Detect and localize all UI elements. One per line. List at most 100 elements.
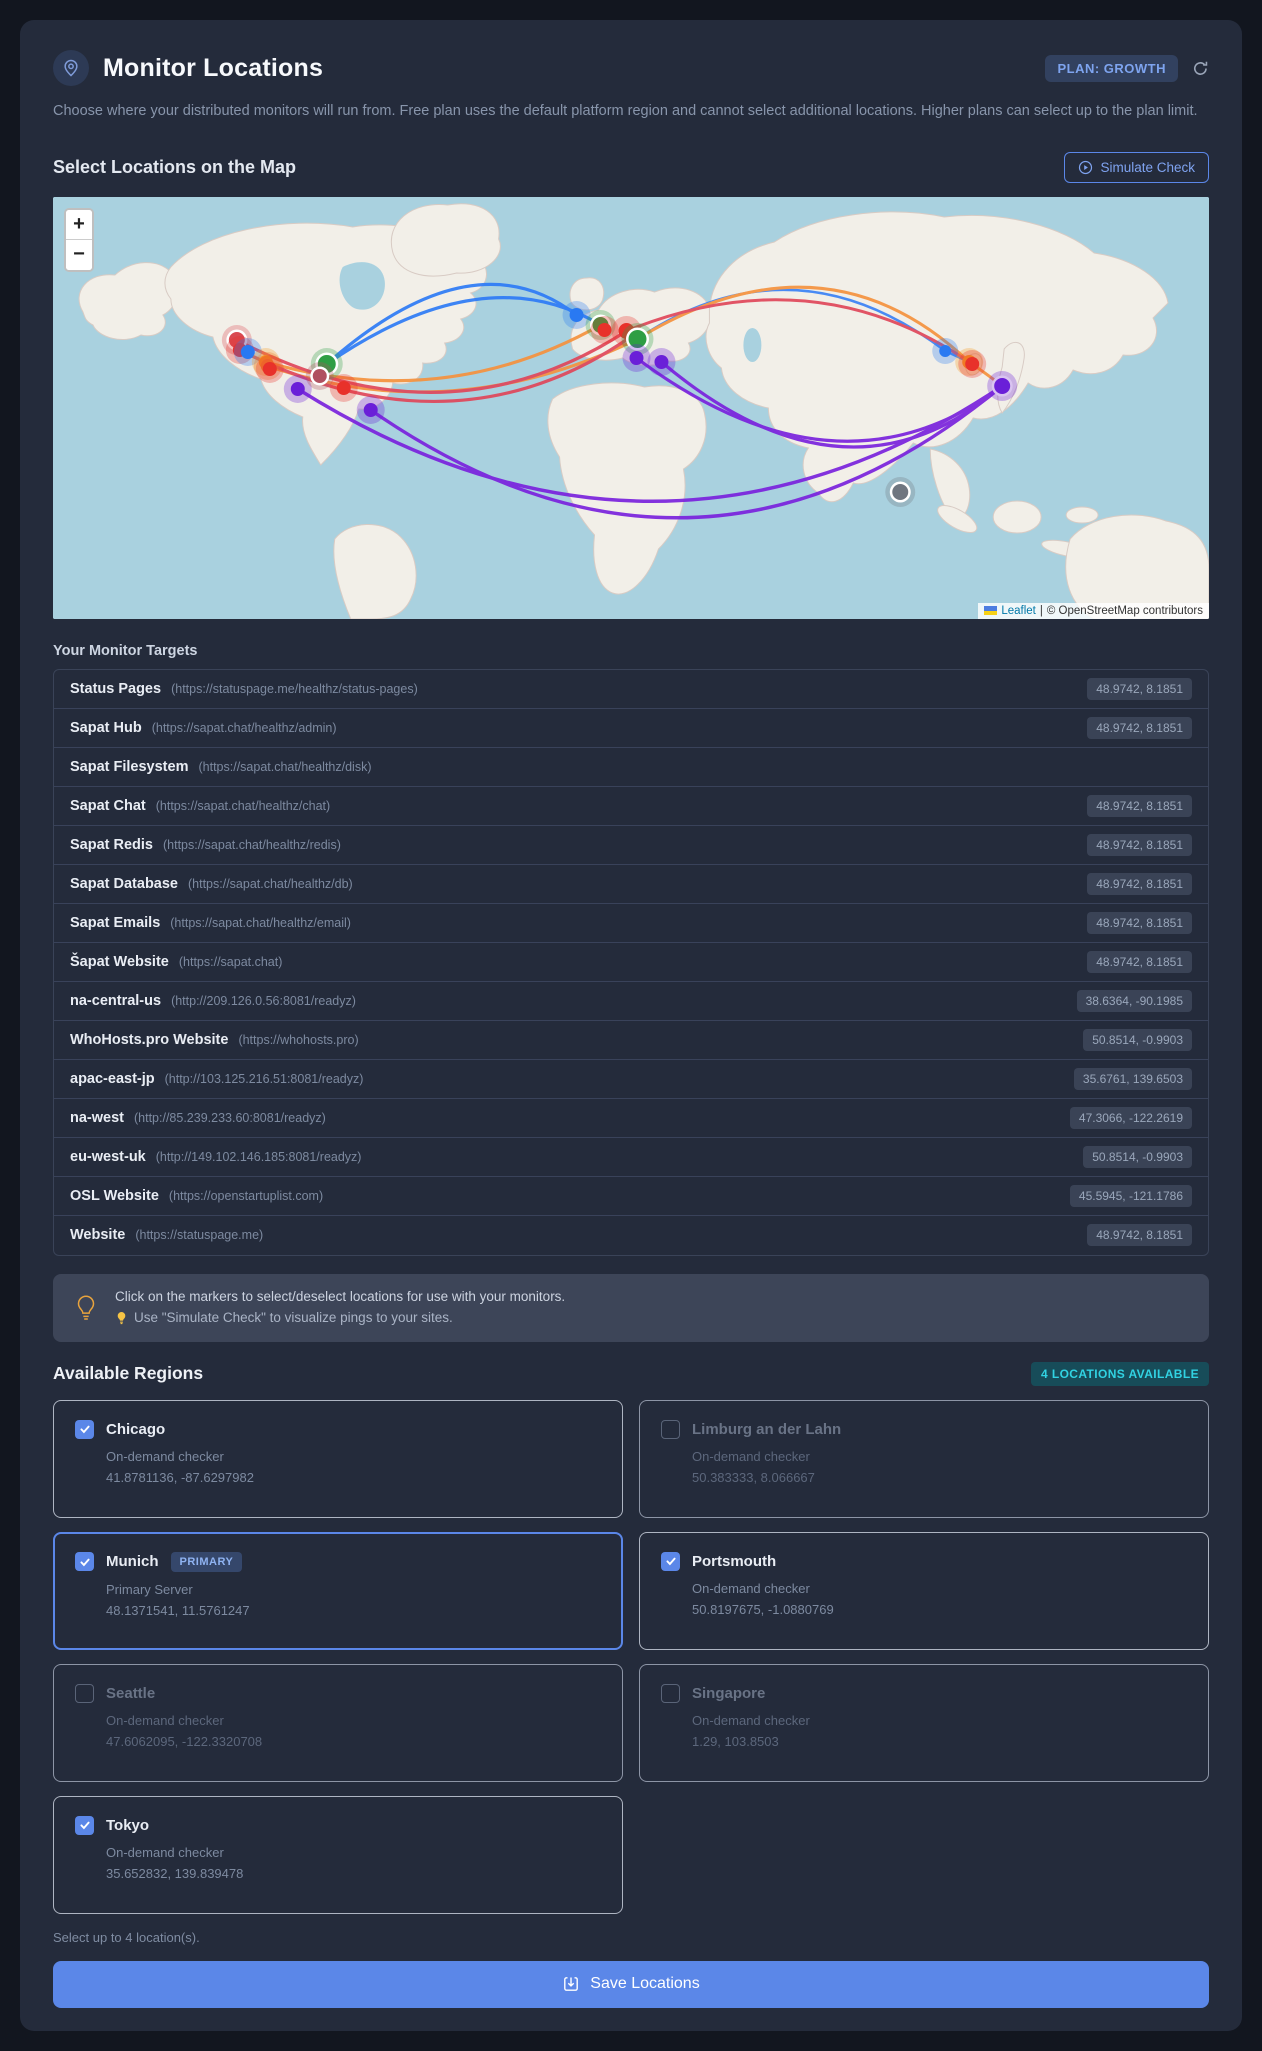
region-card[interactable]: Munich PRIMARY Primary Server 48.1371541… — [53, 1531, 623, 1650]
map-section-title: Select Locations on the Map — [53, 156, 297, 177]
osm-attribution: © OpenStreetMap contributors — [1046, 604, 1203, 617]
target-url: (https://statuspage.me) — [135, 1228, 264, 1243]
target-row[interactable]: Šapat Website (https://sapat.chat) 48.97… — [54, 943, 1208, 982]
target-url: (https://sapat.chat) — [178, 954, 283, 969]
region-name: Tokyo — [106, 1816, 150, 1834]
marker-purple-us-1[interactable] — [290, 381, 305, 396]
target-coordinates-chip: 48.9742, 8.1851 — [1087, 872, 1192, 895]
page-title: Monitor Locations — [103, 53, 324, 82]
target-coordinates-chip: 50.8514, -0.9903 — [1083, 1028, 1192, 1051]
plan-badge: PLAN: GROWTH — [1045, 54, 1178, 82]
target-name: Sapat Hub — [70, 719, 142, 736]
region-name: Limburg an der Lahn — [692, 1420, 842, 1438]
target-name: apac-east-jp — [70, 1070, 155, 1087]
map-canvas — [53, 196, 1209, 619]
region-card[interactable]: Seattle On-demand checker 47.6062095, -1… — [53, 1663, 623, 1782]
target-url: (http://209.126.0.56:8081/readyz) — [171, 993, 356, 1008]
refresh-icon[interactable] — [1192, 60, 1209, 77]
region-checkbox[interactable] — [75, 1683, 94, 1703]
marker-purple-eu-1[interactable] — [629, 350, 644, 365]
target-url: (http://103.125.216.51:8081/readyz) — [164, 1071, 364, 1086]
regions-heading: Available Regions — [53, 1363, 204, 1384]
region-subtitle: Primary Server — [106, 1581, 193, 1597]
zoom-in-button[interactable]: + — [66, 209, 92, 240]
target-name: Sapat Emails — [70, 914, 161, 931]
selection-limit-note: Select up to 4 location(s). — [53, 1929, 200, 1945]
region-card[interactable]: Portsmouth On-demand checker 50.8197675,… — [639, 1531, 1209, 1650]
checkmark-icon — [79, 1425, 90, 1434]
region-coordinates: 50.383333, 8.066667 — [692, 1469, 815, 1485]
ukraine-flag-icon — [984, 606, 998, 616]
world-map[interactable]: + − Leaflet | © OpenStreetMap contributo… — [53, 196, 1209, 619]
region-card[interactable]: Chicago On-demand checker 41.8781136, -8… — [53, 1399, 623, 1518]
marker-red-na[interactable] — [336, 380, 351, 395]
target-row[interactable]: na-west (http://85.239.233.60:8081/ready… — [54, 1099, 1208, 1138]
target-name: Sapat Filesystem — [70, 758, 189, 775]
region-checkbox[interactable] — [75, 1552, 94, 1572]
target-coordinates-chip: 48.9742, 8.1851 — [1087, 833, 1192, 856]
attribution-separator: | — [1039, 604, 1043, 617]
region-checkbox[interactable] — [75, 1815, 94, 1835]
target-row[interactable]: eu-west-uk (http://149.102.146.185:8081/… — [54, 1138, 1208, 1177]
marker-blue-seattle[interactable] — [240, 344, 255, 359]
marker-red-uk[interactable] — [597, 322, 612, 337]
target-row[interactable]: Sapat Emails (https://sapat.chat/healthz… — [54, 904, 1208, 943]
checkmark-icon — [665, 1557, 676, 1566]
region-coordinates: 35.652832, 139.839478 — [106, 1865, 244, 1881]
region-card[interactable]: Singapore On-demand checker 1.29, 103.85… — [639, 1663, 1209, 1782]
target-name: Šapat Website — [70, 953, 169, 970]
map-zoom-control: + − — [64, 207, 94, 272]
target-coordinates-chip: 48.9742, 8.1851 — [1087, 716, 1192, 739]
marker-purple-tokyo[interactable] — [994, 377, 1011, 394]
region-checkbox[interactable] — [661, 1683, 680, 1703]
map-attribution: Leaflet | © OpenStreetMap contributors — [978, 602, 1209, 619]
target-url: (https://openstartuplist.com) — [168, 1188, 324, 1203]
marker-blue-asia[interactable] — [939, 344, 952, 357]
region-coordinates: 48.1371541, 11.5761247 — [106, 1602, 250, 1618]
region-name: Munich — [106, 1553, 159, 1571]
targets-heading: Your Monitor Targets — [53, 642, 198, 659]
target-row[interactable]: Sapat Database (https://sapat.chat/healt… — [54, 865, 1208, 904]
marker-purple-eu-2[interactable] — [654, 354, 669, 369]
region-checkbox[interactable] — [661, 1551, 680, 1571]
target-url: (http://149.102.146.185:8081/readyz) — [155, 1149, 362, 1164]
simulate-check-button[interactable]: Simulate Check — [1064, 151, 1209, 183]
target-row[interactable]: na-central-us (http://209.126.0.56:8081/… — [54, 982, 1208, 1021]
marker-red-us[interactable] — [262, 361, 277, 376]
save-locations-button[interactable]: Save Locations — [53, 1960, 1209, 2008]
region-subtitle: On-demand checker — [692, 1580, 810, 1596]
marker-gray-singapore[interactable] — [892, 483, 909, 500]
region-subtitle: On-demand checker — [106, 1712, 224, 1728]
monitor-locations-panel: Monitor Locations PLAN: GROWTH Choose wh… — [20, 20, 1242, 2031]
target-row[interactable]: Sapat Hub (https://sapat.chat/healthz/ad… — [54, 709, 1208, 748]
target-name: Sapat Chat — [70, 797, 146, 814]
target-url: (https://sapat.chat/healthz/redis) — [163, 837, 341, 852]
region-card[interactable]: Tokyo On-demand checker 35.652832, 139.8… — [53, 1795, 623, 1914]
target-row[interactable]: Sapat Filesystem (https://sapat.chat/hea… — [54, 748, 1208, 787]
target-row[interactable]: apac-east-jp (http://103.125.216.51:8081… — [54, 1060, 1208, 1099]
zoom-out-button[interactable]: − — [66, 239, 92, 270]
target-row[interactable]: Website (https://statuspage.me) 48.9742,… — [54, 1216, 1208, 1255]
target-row[interactable]: OSL Website (https://openstartuplist.com… — [54, 1177, 1208, 1216]
region-name: Seattle — [106, 1684, 156, 1702]
target-row[interactable]: WhoHosts.pro Website (https://whohosts.p… — [54, 1021, 1208, 1060]
marker-maroon-na[interactable] — [312, 368, 327, 383]
save-locations-label: Save Locations — [590, 1975, 700, 1993]
region-name: Portsmouth — [692, 1552, 777, 1570]
marker-red-korea[interactable] — [965, 356, 980, 371]
marker-purple-us-2[interactable] — [363, 402, 378, 417]
target-coordinates-chip: 48.9742, 8.1851 — [1087, 950, 1192, 973]
target-row[interactable]: Sapat Chat (https://sapat.chat/healthz/c… — [54, 787, 1208, 826]
target-url: (https://sapat.chat/healthz/chat) — [155, 798, 331, 813]
target-row[interactable]: Sapat Redis (https://sapat.chat/healthz/… — [54, 826, 1208, 865]
region-checkbox[interactable] — [75, 1419, 94, 1439]
region-checkbox[interactable] — [661, 1419, 680, 1439]
tip-box: Click on the markers to select/deselect … — [53, 1273, 1209, 1342]
region-cards-grid: Chicago On-demand checker 41.8781136, -8… — [53, 1399, 1209, 1914]
region-card[interactable]: Limburg an der Lahn On-demand checker 50… — [639, 1399, 1209, 1518]
target-row[interactable]: Status Pages (https://statuspage.me/heal… — [54, 670, 1208, 709]
leaflet-link[interactable]: Leaflet — [1001, 605, 1036, 617]
target-name: na-central-us — [70, 992, 162, 1009]
location-pin-icon — [53, 50, 89, 86]
marker-blue-uk[interactable] — [569, 307, 584, 322]
